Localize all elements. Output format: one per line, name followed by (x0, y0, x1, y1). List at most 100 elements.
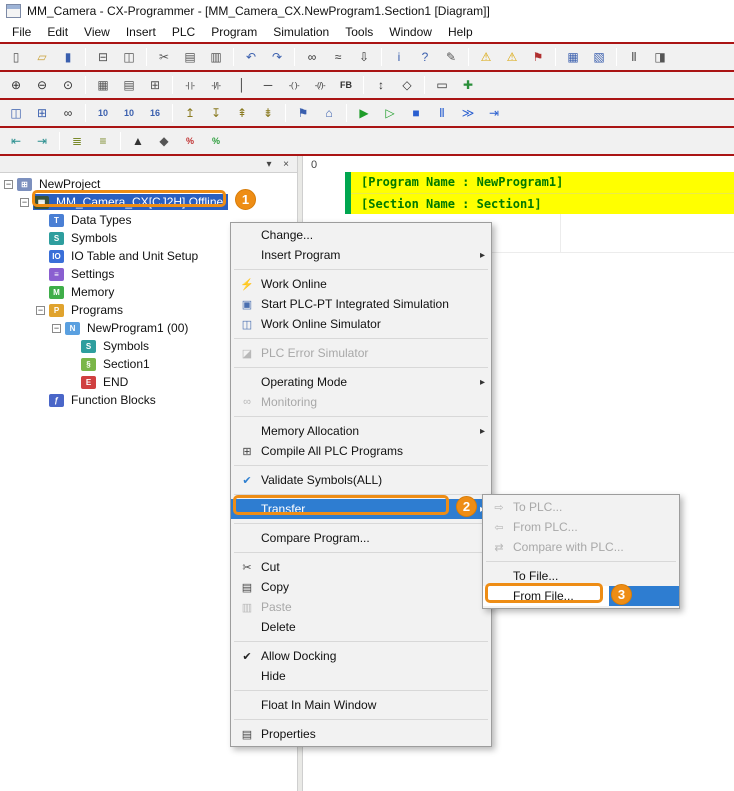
menu-program[interactable]: Program (203, 23, 265, 41)
sim-step-over-button[interactable]: ⇥ (482, 102, 506, 124)
menu-simulation[interactable]: Simulation (265, 23, 337, 41)
section-name-line[interactable]: [Section Name : Section1] (345, 193, 734, 214)
copy-button[interactable]: ▤ (178, 46, 202, 68)
error-percent-button[interactable]: % (178, 130, 202, 152)
menu-edit[interactable]: Edit (39, 23, 76, 41)
new-coil-button[interactable]: -( )- (282, 74, 306, 96)
plc-error-log-button[interactable]: ⚠ (474, 46, 498, 68)
watch-window-button[interactable]: ∞ (56, 102, 80, 124)
address-hex-button[interactable]: 16 (143, 102, 167, 124)
menu-item-hide[interactable]: Hide (231, 666, 491, 686)
cascade-windows-button[interactable]: ⊞ (30, 102, 54, 124)
ok-percent-button[interactable]: % (204, 130, 228, 152)
menu-tools[interactable]: Tools (337, 23, 381, 41)
online-edit-button[interactable]: ◆ (152, 130, 176, 152)
menu-item-allow-docking[interactable]: ✔ Allow Docking (231, 646, 491, 666)
menu-item-to-file[interactable]: To File... (483, 566, 679, 586)
undo-button[interactable]: ↶ (239, 46, 263, 68)
new-window-button[interactable]: ◫ (4, 102, 28, 124)
context-help-button[interactable]: ✎ (439, 46, 463, 68)
address-decimal-signed-button[interactable]: 10 (117, 102, 141, 124)
panel-menu-button[interactable]: ▾ (262, 158, 276, 171)
insert-row-button[interactable]: ✚ (456, 74, 480, 96)
new-closed-coil-button[interactable]: -(/)- (308, 74, 332, 96)
print-preview-button[interactable]: ◫ (117, 46, 141, 68)
replace-button[interactable]: ≈ (326, 46, 350, 68)
menu-item-copy[interactable]: ▤ Copy (231, 577, 491, 597)
help-button[interactable]: ? (413, 46, 437, 68)
collapse-toggle-icon[interactable]: − (52, 324, 61, 333)
menu-insert[interactable]: Insert (118, 23, 164, 41)
menu-item-float-in-main-window[interactable]: Float In Main Window (231, 695, 491, 715)
save-project-button[interactable]: ▮ (56, 46, 80, 68)
menu-item-insert-program[interactable]: Insert Program ▸ (231, 245, 491, 265)
collapse-toggle-icon[interactable]: − (4, 180, 13, 189)
bookmark-flag-button[interactable]: ⚑ (526, 46, 550, 68)
menu-item-properties[interactable]: ▤ Properties (231, 724, 491, 744)
new-contact-button[interactable]: -| |- (178, 74, 202, 96)
cut-button[interactable]: ✂ (152, 46, 176, 68)
section-header-block[interactable]: [Program Name : NewProgram1] [Section Na… (345, 172, 734, 214)
menu-item-work-online[interactable]: ⚡ Work Online (231, 274, 491, 294)
print-button[interactable]: ⊟ (91, 46, 115, 68)
invert-button[interactable]: ◇ (395, 74, 419, 96)
sim-step-button[interactable]: ≫ (456, 102, 480, 124)
redo-button[interactable]: ↷ (265, 46, 289, 68)
find-button[interactable]: ∞ (300, 46, 324, 68)
paste-button[interactable]: ▥ (204, 46, 228, 68)
sim-stop-button[interactable]: ■ (404, 102, 428, 124)
indent-button[interactable]: ⇥ (30, 130, 54, 152)
collapse-toggle-icon[interactable]: − (20, 198, 29, 207)
new-project-button[interactable]: ▯ (4, 46, 28, 68)
new-vertical-button[interactable]: │ (230, 74, 254, 96)
resume-button[interactable]: ◨ (648, 46, 672, 68)
menu-item-work-online-simulator[interactable]: ◫ Work Online Simulator (231, 314, 491, 334)
plc-error-button[interactable]: ⚠ (500, 46, 524, 68)
menu-item-compile-all-plc-programs[interactable]: ⊞ Compile All PLC Programs (231, 441, 491, 461)
zoom-out-button[interactable]: ⊖ (30, 74, 54, 96)
page-up-button[interactable]: ⇞ (230, 102, 254, 124)
open-project-button[interactable]: ▱ (30, 46, 54, 68)
about-button[interactable]: i (387, 46, 411, 68)
menu-item-operating-mode[interactable]: Operating Mode ▸ (231, 372, 491, 392)
new-horizontal-button[interactable]: ─ (256, 74, 280, 96)
outdent-button[interactable]: ⇤ (4, 130, 28, 152)
sim-run-monitor-button[interactable]: ▷ (378, 102, 402, 124)
page-down-button[interactable]: ⇟ (256, 102, 280, 124)
new-closed-contact-button[interactable]: -|/|- (204, 74, 228, 96)
pause-button[interactable]: Ⅱ (622, 46, 646, 68)
menu-item-compare-program[interactable]: Compare Program... (231, 528, 491, 548)
menu-file[interactable]: File (4, 23, 39, 41)
menu-view[interactable]: View (76, 23, 118, 41)
show-comments-button[interactable]: ▤ (117, 74, 141, 96)
next-rung-button[interactable]: ↧ (204, 102, 228, 124)
sim-pause-button[interactable]: Ⅱ (430, 102, 454, 124)
new-instruction-button[interactable]: FB (334, 74, 358, 96)
program-name-line[interactable]: [Program Name : NewProgram1] (345, 172, 734, 193)
show-grid-button[interactable]: ▦ (91, 74, 115, 96)
show-addresses-button[interactable]: ⊞ (143, 74, 167, 96)
previous-rung-button[interactable]: ↥ (178, 102, 202, 124)
address-decimal-button[interactable]: 10 (91, 102, 115, 124)
plc-settings-button[interactable]: ▧ (587, 46, 611, 68)
menu-item-change[interactable]: Change... (231, 225, 491, 245)
bookmark-button[interactable]: ⚑ (291, 102, 315, 124)
zoom-fit-button[interactable]: ⊙ (56, 74, 80, 96)
tree-item-newproject[interactable]: − ⊞ NewProject (0, 175, 297, 193)
menu-window[interactable]: Window (381, 23, 440, 41)
panel-close-button[interactable]: × (279, 158, 293, 171)
io-table-button[interactable]: ▦ (561, 46, 585, 68)
new-rung-button[interactable]: ▭ (430, 74, 454, 96)
find-next-button[interactable]: ⇩ (352, 46, 376, 68)
zoom-in-button[interactable]: ⊕ (4, 74, 28, 96)
address-list-button[interactable]: ≡ (91, 130, 115, 152)
menu-item-from-file[interactable]: From File... (483, 586, 679, 606)
menu-item-start-plc-pt-integrated-simulation[interactable]: ▣ Start PLC-PT Integrated Simulation (231, 294, 491, 314)
menu-item-cut[interactable]: ✂ Cut (231, 557, 491, 577)
go-home-button[interactable]: ⌂ (317, 102, 341, 124)
compile-program-button[interactable]: ▲ (126, 130, 150, 152)
menu-item-memory-allocation[interactable]: Memory Allocation ▸ (231, 421, 491, 441)
collapse-toggle-icon[interactable]: − (36, 306, 45, 315)
sim-run-button[interactable]: ▶ (352, 102, 376, 124)
menu-item-transfer[interactable]: Transfer ▸ (231, 499, 491, 519)
